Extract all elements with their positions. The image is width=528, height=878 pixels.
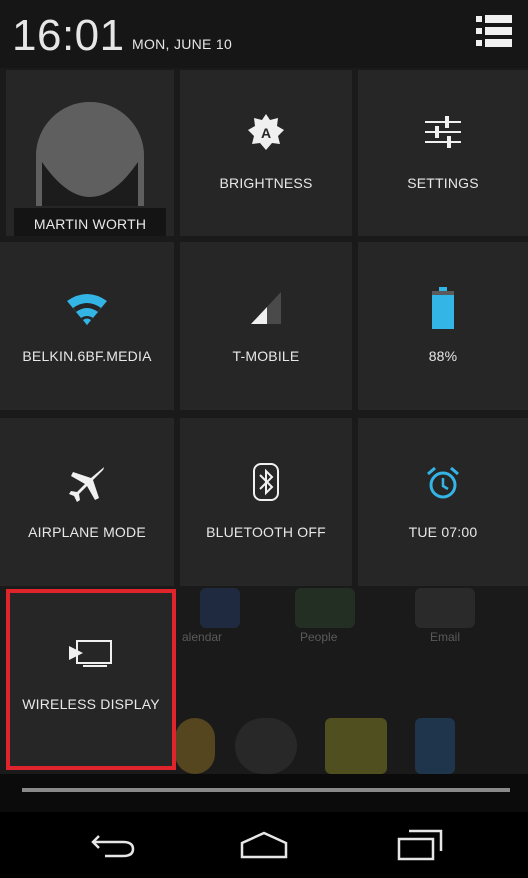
brightness-auto-icon: A [180, 112, 352, 152]
calendar-ghost-icon [200, 588, 240, 628]
back-icon[interactable] [82, 822, 142, 868]
wireless-display-label: WIRELESS DISPLAY [22, 696, 160, 712]
tile-battery[interactable]: 88% [358, 242, 528, 410]
tile-alarm[interactable]: TUE 07:00 [358, 418, 528, 586]
bluetooth-label: BLUETOOTH OFF [206, 524, 326, 540]
email-ghost-icon [415, 588, 475, 628]
tile-wifi[interactable]: BELKIN.6BF.MEDIA [0, 242, 174, 410]
app-drawer-ghost-icon [235, 718, 297, 774]
clock: 16:01 [12, 11, 125, 60]
tile-profile[interactable]: MARTIN WORTH [6, 70, 174, 236]
alarm-label: TUE 07:00 [408, 524, 478, 540]
svg-text:A: A [261, 125, 271, 141]
list-icon[interactable] [476, 14, 512, 52]
tile-brightness[interactable]: A BRIGHTNESS [180, 70, 352, 236]
tile-bluetooth[interactable]: BLUETOOTH OFF [180, 418, 352, 586]
app-ghost-icon [175, 718, 215, 774]
airplane-label: AIRPLANE MODE [28, 524, 146, 540]
tile-settings[interactable]: SETTINGS [358, 70, 528, 236]
bluetooth-icon [180, 460, 352, 504]
ghost-label-people: People [300, 630, 338, 644]
home-icon[interactable] [234, 822, 294, 868]
phone-ghost-icon [415, 718, 455, 774]
ghost-label-email: Email [430, 630, 461, 644]
tile-wireless-display[interactable]: WIRELESS DISPLAY [8, 592, 174, 766]
settings-label: SETTINGS [407, 175, 479, 191]
mobile-label: T-MOBILE [232, 348, 300, 364]
cast-icon [8, 636, 174, 672]
wifi-icon [0, 290, 174, 328]
date: MON, JUNE 10 [132, 36, 233, 52]
signal-icon [180, 288, 352, 328]
ghost-label-calendar: alendar [182, 630, 223, 644]
navigation-bar [0, 812, 528, 878]
airplane-icon [0, 464, 174, 504]
scroll-indicator [22, 788, 510, 792]
tile-mobile[interactable]: T-MOBILE [180, 242, 352, 410]
people-ghost-icon [295, 588, 355, 628]
battery-icon [358, 286, 528, 330]
sliders-icon [358, 112, 528, 152]
recents-icon[interactable] [390, 822, 450, 868]
avatar [36, 102, 144, 206]
profile-name: MARTIN WORTH [33, 216, 147, 232]
alarm-icon [358, 462, 528, 504]
battery-label: 88% [428, 348, 458, 364]
brightness-label: BRIGHTNESS [219, 175, 313, 191]
messaging-ghost-icon [325, 718, 387, 774]
status-bar: 16:01 MON, JUNE 10 [0, 0, 528, 68]
tile-airplane[interactable]: AIRPLANE MODE [0, 418, 174, 586]
wifi-label: BELKIN.6BF.MEDIA [22, 348, 152, 364]
